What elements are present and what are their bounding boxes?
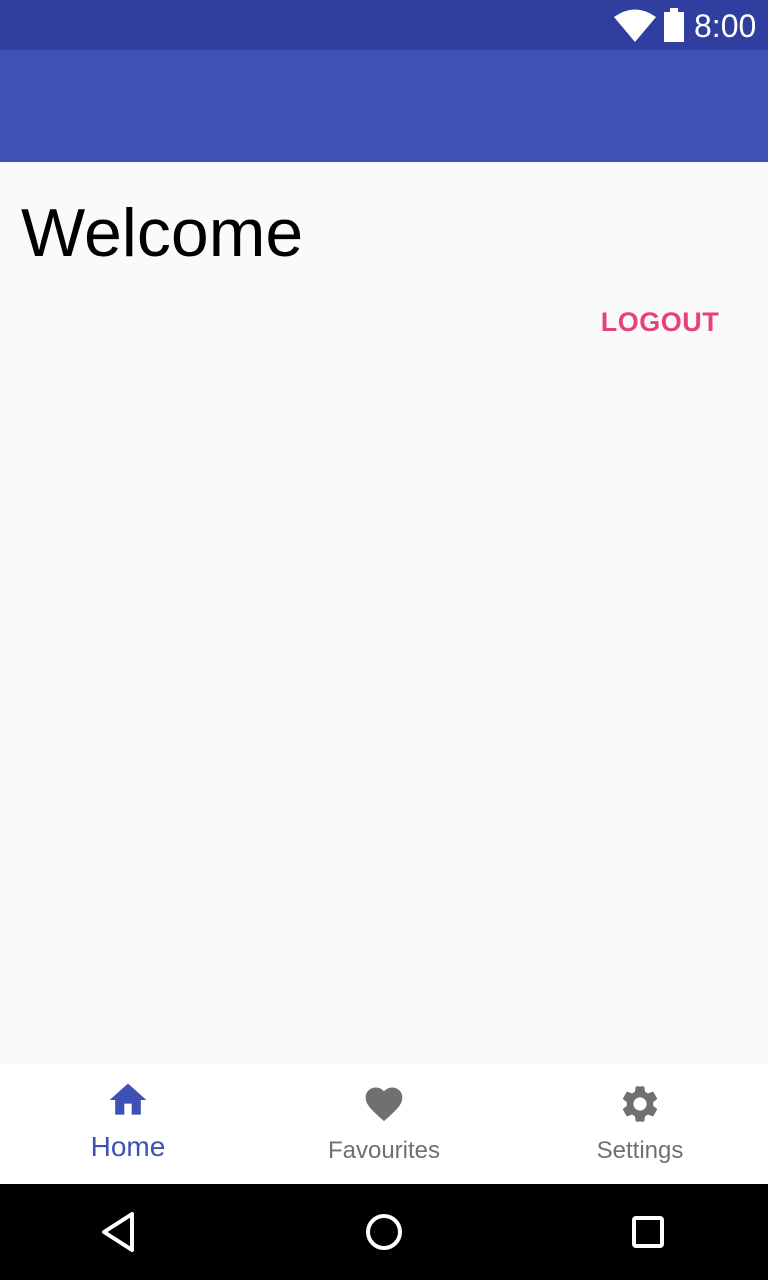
- nav-label-settings: Settings: [596, 1137, 684, 1164]
- status-time: 8:00: [694, 8, 757, 44]
- wifi-icon: [614, 9, 656, 42]
- system-navigation-bar: [0, 1184, 768, 1280]
- recents-icon[interactable]: [624, 1208, 672, 1256]
- app-bar: [0, 50, 768, 162]
- nav-item-settings[interactable]: Settings: [512, 1064, 768, 1184]
- gear-icon: [622, 1086, 658, 1122]
- status-bar: 8:00: [0, 0, 768, 50]
- nav-item-home[interactable]: Home: [0, 1064, 256, 1184]
- bottom-navigation: Home Favourites Settings: [0, 1064, 768, 1184]
- nav-item-favourites[interactable]: Favourites: [256, 1064, 512, 1184]
- nav-label-favourites: Favourites: [327, 1137, 441, 1164]
- logout-button[interactable]: LOGOUT: [590, 296, 730, 348]
- back-icon[interactable]: [96, 1208, 144, 1256]
- page-title: Welcome: [21, 195, 304, 271]
- home-circle-icon[interactable]: [360, 1208, 408, 1256]
- heart-icon: [365, 1087, 403, 1122]
- main-content: Welcome LOGOUT: [0, 162, 768, 1064]
- home-icon: [109, 1083, 147, 1115]
- battery-icon: [664, 8, 684, 42]
- nav-label-home: Home: [90, 1131, 166, 1162]
